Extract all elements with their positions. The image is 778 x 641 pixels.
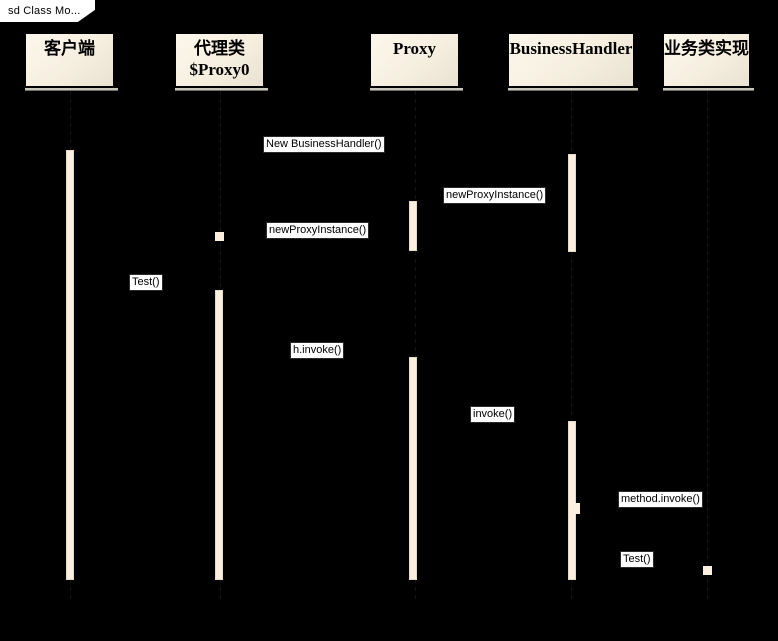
- lifeline-foot-client: [25, 88, 118, 91]
- lifeline-head-proxy[interactable]: Proxy: [370, 33, 462, 90]
- message-label-method-invoke[interactable]: method.invoke(): [618, 491, 703, 508]
- lifeline-head-business-impl[interactable]: 业务类实现: [663, 33, 753, 90]
- sequence-diagram-canvas: sd Class Mo... 客户端 代理类 $Proxy0 Proxy Busines…: [0, 0, 778, 641]
- activation-handler-invoke[interactable]: [568, 421, 576, 580]
- message-label-test-impl[interactable]: Test(): [620, 551, 654, 568]
- message-label-new-proxy-instance-left[interactable]: newProxyInstance(): [266, 222, 370, 239]
- activation-proxy-class-create[interactable]: [215, 232, 224, 241]
- lifeline-head-business-handler[interactable]: BusinessHandler: [508, 33, 637, 90]
- lifeline-label-secondary: $Proxy0: [189, 60, 250, 79]
- activation-proxy-invoke[interactable]: [409, 357, 417, 580]
- message-label-h-invoke[interactable]: h.invoke(): [290, 342, 345, 359]
- activation-proxy-class-main[interactable]: [215, 290, 223, 580]
- activation-business-impl-test[interactable]: [703, 566, 712, 575]
- activation-proxy-newproxyinstance[interactable]: [409, 201, 417, 251]
- lifeline-foot-business-impl: [663, 88, 754, 91]
- message-label-new-proxy-instance-right[interactable]: newProxyInstance(): [443, 187, 547, 204]
- message-label-invoke[interactable]: invoke(): [470, 406, 516, 423]
- activation-client-main[interactable]: [66, 150, 74, 580]
- lifeline-label: 客户端: [44, 39, 95, 58]
- lifeline-foot-proxy-class: [175, 88, 268, 91]
- lifeline-head-proxy-class[interactable]: 代理类 $Proxy0: [175, 33, 267, 90]
- lifeline-label: BusinessHandler: [509, 39, 633, 58]
- activation-handler-method-invoke[interactable]: [571, 503, 580, 514]
- activation-handler-construct[interactable]: [568, 154, 576, 252]
- lifeline-foot-proxy: [370, 88, 463, 91]
- message-label-new-business-handler[interactable]: New BusinessHandler(): [263, 136, 385, 153]
- frame-title-tab: sd Class Mo...: [0, 0, 95, 22]
- lifeline-line-business-impl: [707, 91, 708, 600]
- lifeline-head-client[interactable]: 客户端: [25, 33, 117, 90]
- lifeline-label: Proxy: [392, 39, 437, 58]
- lifeline-label: 业务类实现: [664, 39, 749, 58]
- message-label-test-client[interactable]: Test(): [129, 274, 163, 291]
- lifeline-label: 代理类: [194, 39, 245, 58]
- lifeline-foot-business-handler: [508, 88, 638, 91]
